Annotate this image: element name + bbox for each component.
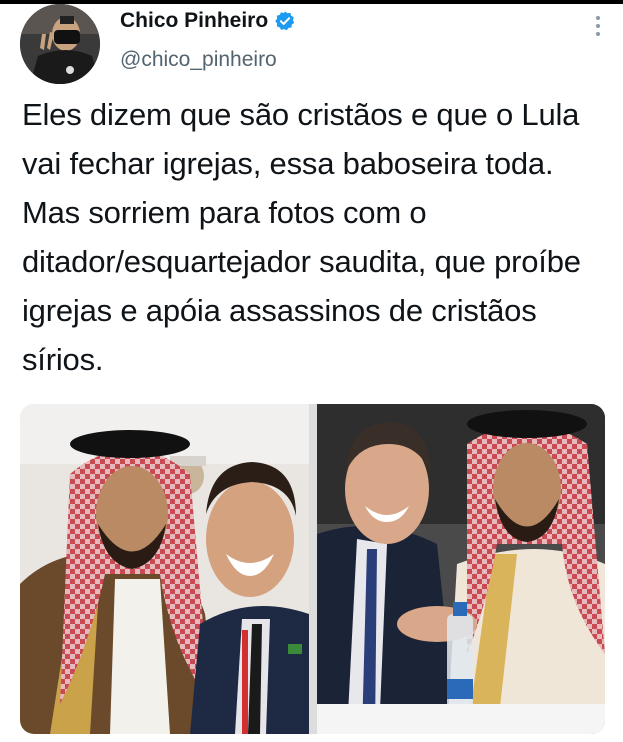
more-options-icon[interactable] [595,16,601,38]
tweet-media[interactable] [20,404,605,734]
tweet-photo-1[interactable] [20,404,309,734]
author-row: Chico Pinheiro [120,9,296,33]
verified-badge-icon [274,10,296,32]
author-handle[interactable]: @chico_pinheiro [120,48,277,72]
tweet-text: Eles dizem que são cristãos e que o Lula… [22,97,581,377]
author-name[interactable]: Chico Pinheiro [120,9,268,33]
avatar[interactable] [20,4,100,84]
tweet-photo-2[interactable] [317,404,605,734]
top-border [0,0,623,4]
